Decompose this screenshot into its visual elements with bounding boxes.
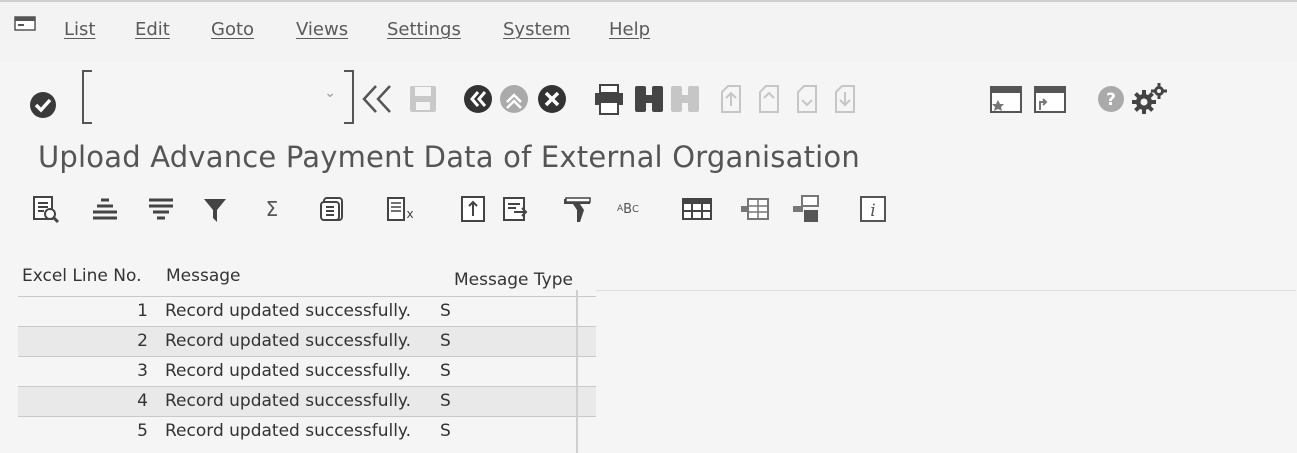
menu-help[interactable]: Help — [609, 19, 650, 40]
print-icon[interactable] — [592, 82, 626, 116]
help-icon[interactable]: ? — [1096, 84, 1126, 114]
first-page-icon[interactable] — [716, 84, 746, 114]
cell-line-no: 3 — [137, 361, 148, 381]
graphic-icon[interactable] — [738, 194, 772, 224]
cell-message-type: S — [440, 361, 451, 381]
table-edge — [576, 290, 578, 453]
column-header-message-type[interactable]: Message Type — [454, 270, 573, 290]
print-preview-icon[interactable]: x — [384, 194, 418, 224]
menu-list-icon[interactable] — [14, 16, 36, 32]
cell-line-no: 1 — [137, 301, 148, 321]
abc-analysis-icon[interactable]: ABC — [612, 194, 644, 224]
cell-line-no: 5 — [137, 421, 148, 441]
menu-system[interactable]: System — [503, 19, 570, 40]
cell-message: Record updated successfully. — [165, 301, 411, 321]
create-session-icon[interactable] — [988, 82, 1024, 116]
enter-icon[interactable] — [28, 90, 58, 120]
command-field-left-bracket — [82, 70, 92, 124]
column-header-message[interactable]: Message — [166, 266, 241, 286]
next-page-icon[interactable] — [792, 84, 822, 114]
last-page-icon[interactable] — [830, 84, 860, 114]
svg-text:i: i — [870, 201, 875, 221]
cell-line-no: 2 — [137, 331, 148, 351]
svg-text:x: x — [406, 207, 413, 221]
layout-icon[interactable] — [500, 194, 532, 224]
sort-descending-icon[interactable] — [146, 194, 176, 224]
grid-icon[interactable] — [680, 194, 714, 224]
table-row[interactable]: 1 Record updated successfully. S — [18, 296, 596, 327]
back-double-chevron-icon[interactable] — [358, 82, 398, 116]
cell-message: Record updated successfully. — [165, 391, 411, 411]
cell-message: Record updated successfully. — [165, 331, 411, 351]
cell-message: Record updated successfully. — [165, 421, 411, 441]
generate-shortcut-icon[interactable] — [1032, 82, 1068, 116]
subtotal-icon[interactable] — [318, 194, 350, 224]
table-row[interactable]: 2 Record updated successfully. S — [18, 326, 596, 357]
command-field[interactable]: ⌄ — [82, 70, 354, 124]
find-icon[interactable] — [632, 82, 666, 116]
info-icon[interactable]: i — [858, 194, 888, 224]
views-icon[interactable] — [560, 194, 596, 224]
divider — [596, 290, 1296, 291]
cell-message-type: S — [440, 301, 451, 321]
exit-icon[interactable] — [498, 83, 530, 115]
choose-layout-icon[interactable] — [790, 194, 824, 224]
cell-message: Record updated successfully. — [165, 361, 411, 381]
cell-message-type: S — [440, 331, 451, 351]
details-icon[interactable] — [30, 194, 60, 224]
table-row[interactable]: 3 Record updated successfully. S — [18, 356, 596, 387]
column-header-excel-line-no[interactable]: Excel Line No. — [22, 266, 142, 286]
previous-page-icon[interactable] — [754, 84, 784, 114]
cancel-icon[interactable] — [536, 83, 568, 115]
table-row[interactable]: 4 Record updated successfully. S — [18, 386, 596, 417]
sum-icon[interactable]: Σ — [260, 194, 284, 224]
back-icon[interactable] — [462, 83, 494, 115]
menu-list[interactable]: List — [64, 19, 95, 40]
menu-goto[interactable]: Goto — [211, 19, 254, 40]
sort-ascending-icon[interactable] — [90, 194, 120, 224]
menu-settings[interactable]: Settings — [387, 19, 461, 40]
chevron-down-icon[interactable]: ⌄ — [324, 85, 336, 101]
command-field-right-bracket — [344, 70, 354, 124]
settings-gear-icon[interactable] — [1130, 80, 1170, 118]
menu-bar: List Edit Goto Views Settings System Hel… — [0, 0, 1297, 62]
svg-text:?: ? — [1106, 90, 1116, 110]
cell-message-type: S — [440, 421, 451, 441]
export-icon[interactable] — [458, 194, 488, 224]
cell-line-no: 4 — [137, 391, 148, 411]
page-title: Upload Advance Payment Data of External … — [38, 140, 860, 174]
menu-views[interactable]: Views — [296, 19, 348, 40]
save-icon[interactable] — [408, 84, 438, 114]
cell-message-type: S — [440, 391, 451, 411]
table-row[interactable]: 5 Record updated successfully. S — [18, 416, 596, 447]
find-next-icon[interactable] — [668, 82, 702, 116]
filter-icon[interactable] — [200, 194, 230, 224]
menu-edit[interactable]: Edit — [135, 19, 170, 40]
